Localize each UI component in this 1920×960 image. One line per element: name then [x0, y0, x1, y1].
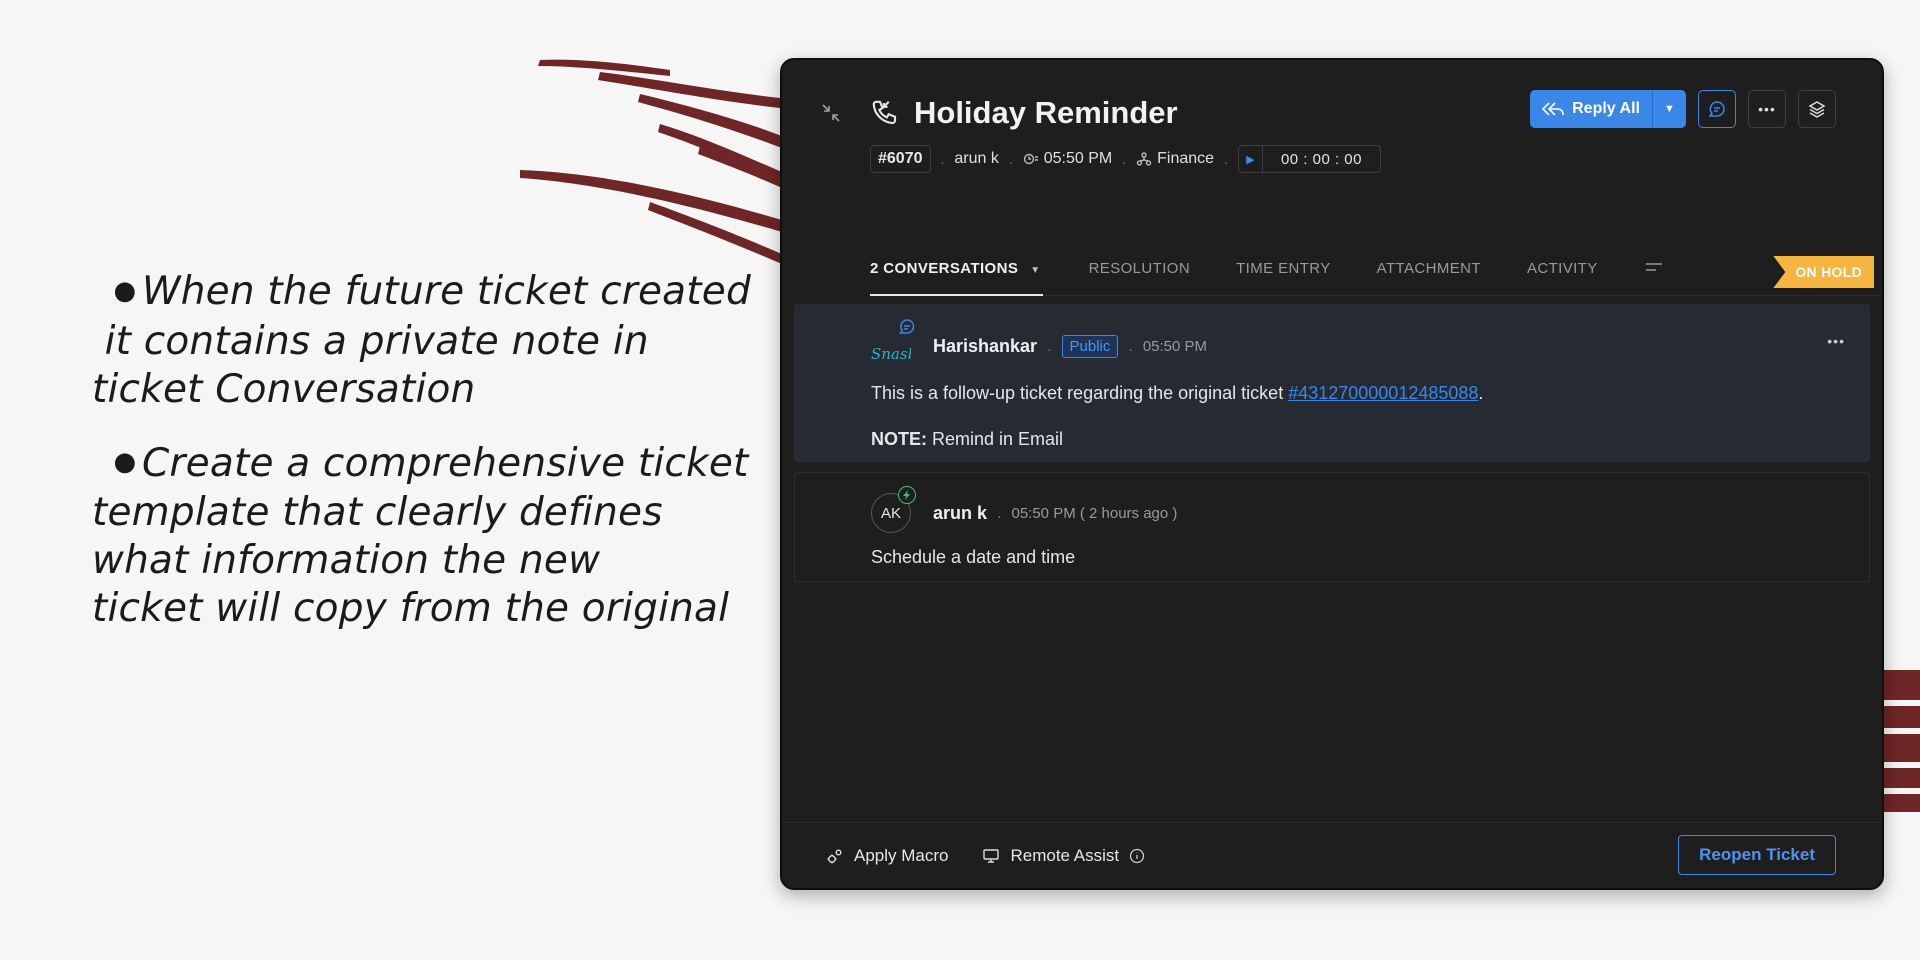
- remote-assist-button[interactable]: Remote Assist: [982, 846, 1145, 866]
- apply-macro-button[interactable]: Apply Macro: [826, 846, 948, 866]
- clock-icon: [1023, 151, 1039, 167]
- ticket-window: Holiday Reminder #6070 . arun k . 05:50 …: [780, 58, 1884, 890]
- more-icon: •••: [1758, 101, 1776, 117]
- ticket-requester[interactable]: arun k: [954, 150, 998, 168]
- reply-all-button: Reply All ▼: [1530, 90, 1686, 128]
- ticket-header: Holiday Reminder: [870, 90, 1178, 136]
- collapse-icon[interactable]: [820, 102, 842, 124]
- tab-attachment[interactable]: ATTACHMENT: [1377, 246, 1481, 296]
- reply-dropdown-caret-icon[interactable]: ▼: [1652, 90, 1686, 128]
- tab-time-entry[interactable]: TIME ENTRY: [1236, 246, 1331, 296]
- conversation-item: Snasbu Harishankar . Public . 05:50 PM •…: [794, 304, 1870, 462]
- macro-gears-icon: [827, 849, 842, 863]
- conversation-item: AK arun k . 05:50 PM ( 2 hours ago ) Sch…: [794, 472, 1870, 582]
- phone-icon: [870, 98, 900, 128]
- note-label: NOTE:: [871, 429, 927, 449]
- layers-icon: [1808, 101, 1826, 118]
- tab-conversations[interactable]: 2 CONVERSATIONS ▼: [870, 246, 1043, 296]
- visibility-badge: Public: [1061, 335, 1119, 358]
- avatar: Snasbu: [871, 319, 927, 367]
- tab-menu-icon[interactable]: [1644, 246, 1668, 279]
- slide-notes: ● When the future ticket created it conta…: [92, 268, 752, 659]
- separator-dot: .: [1008, 151, 1013, 167]
- chat-badge-icon: [897, 317, 917, 337]
- layers-button[interactable]: [1798, 90, 1836, 128]
- separator-dot: .: [1047, 337, 1052, 355]
- ticket-tabs: 2 CONVERSATIONS ▼ RESOLUTION TIME ENTRY A…: [870, 246, 1882, 296]
- avatar-initials: AK: [880, 504, 901, 522]
- apply-macro-label: Apply Macro: [854, 845, 949, 865]
- author-name[interactable]: Harishankar: [933, 336, 1037, 357]
- ticket-meta: #6070 . arun k . 05:50 PM . Finance . ▶ …: [870, 144, 1381, 174]
- separator-dot: .: [1128, 337, 1133, 355]
- original-ticket-link[interactable]: #431270000012485088: [1288, 383, 1478, 403]
- chevron-down-icon: ▼: [1030, 265, 1041, 276]
- timer-value: 00 : 00 : 00: [1280, 150, 1362, 168]
- ticket-due-time[interactable]: 05:50 PM: [1044, 150, 1112, 168]
- ticket-id[interactable]: #6070: [870, 145, 931, 173]
- author-name[interactable]: arun k: [933, 503, 987, 524]
- conversation-body: Schedule a date and time: [871, 547, 1076, 567]
- separator-dot: .: [997, 504, 1002, 522]
- tab-resolution[interactable]: RESOLUTION: [1089, 246, 1191, 296]
- ticket-department[interactable]: Finance: [1157, 150, 1214, 168]
- monitor-icon: [983, 848, 1000, 863]
- conversation-header: arun k . 05:50 PM ( 2 hours ago ): [933, 503, 1177, 524]
- more-options-button[interactable]: •••: [1748, 90, 1786, 128]
- reply-all-label: Reply All: [1572, 100, 1640, 117]
- reply-all-icon: [1542, 102, 1564, 116]
- remote-assist-label: Remote Assist: [1010, 845, 1120, 865]
- note-item: ● When the future ticket created it conta…: [92, 268, 752, 414]
- brush-stroke-decoration: [520, 59, 782, 264]
- reopen-ticket-button[interactable]: Reopen Ticket: [1678, 835, 1836, 875]
- header-actions: Reply All ▼ •••: [1530, 90, 1836, 128]
- brush-stroke-decoration-right: [1880, 670, 1920, 812]
- separator-dot: .: [940, 151, 945, 167]
- conversation-body: This is a follow-up ticket regarding the…: [871, 383, 1484, 403]
- separator-dot: .: [1122, 151, 1127, 167]
- conversation-note: NOTE: Remind in Email: [871, 429, 1064, 449]
- conversation-time: 05:50 PM: [1142, 338, 1208, 355]
- ticket-footer: Apply Macro Remote Assist Reopen Ticket: [782, 822, 1882, 888]
- status-badge[interactable]: ON HOLD: [1773, 256, 1874, 288]
- play-icon[interactable]: ▶: [1239, 146, 1263, 172]
- comment-icon: [1708, 101, 1725, 117]
- department-icon: [1136, 151, 1152, 167]
- ticket-timer: ▶ 00 : 00 : 00: [1237, 145, 1381, 173]
- avatar: AK: [871, 486, 916, 533]
- separator-dot: .: [1224, 151, 1228, 167]
- note-item: ● Create a comprehensive ticket template …: [92, 440, 752, 634]
- comment-button[interactable]: [1698, 90, 1736, 128]
- ticket-title: Holiday Reminder: [914, 95, 1178, 130]
- bullet-icon: ●: [113, 447, 137, 477]
- conversation-header: Harishankar . Public . 05:50 PM: [933, 335, 1207, 358]
- tab-activity[interactable]: ACTIVITY: [1527, 246, 1598, 296]
- info-icon[interactable]: [1129, 848, 1145, 864]
- lightning-badge-icon: [898, 486, 916, 504]
- conversation-time: 05:50 PM ( 2 hours ago ): [1011, 505, 1178, 522]
- reply-all-main[interactable]: Reply All: [1530, 90, 1652, 128]
- avatar-logo-text: Snasbu: [871, 345, 911, 363]
- conversation-more-icon[interactable]: •••: [1827, 333, 1845, 349]
- bullet-icon: ●: [113, 275, 137, 306]
